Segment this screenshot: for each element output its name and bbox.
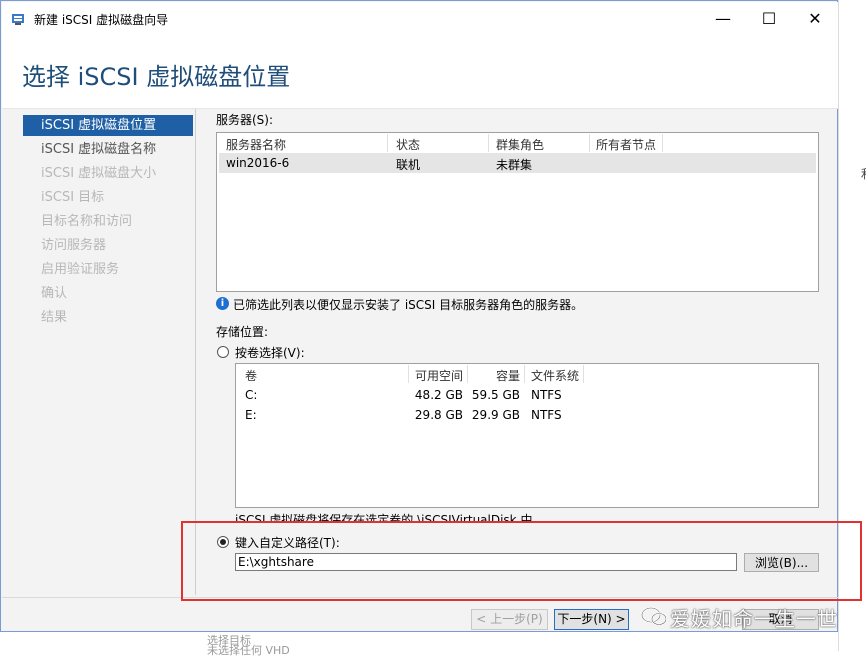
volume-cell: E:: [245, 408, 257, 422]
storage-label: 存储位置:: [216, 325, 269, 339]
info-icon: i: [216, 297, 229, 310]
file-system-cell: NTFS: [531, 408, 562, 422]
highlight-box: [181, 521, 862, 601]
free-space-cell: 29.8 GB: [414, 408, 463, 422]
column-header-capacity[interactable]: 容量: [470, 367, 520, 384]
column-header-status[interactable]: 状态: [396, 136, 420, 153]
table-row[interactable]: win2016-6 联机 未群集: [219, 153, 816, 173]
window-title: 新建 iSCSI 虚拟磁盘向导: [34, 13, 169, 27]
next-button[interactable]: 下一步(N) >: [554, 609, 629, 630]
server-name-cell: win2016-6: [226, 156, 290, 170]
nav-item-target: iSCSI 目标: [41, 190, 105, 205]
servers-list[interactable]: 服务器名称 状态 群集角色 所有者节点 win2016-6 联机 未群集: [216, 132, 819, 292]
server-manager-icon: [12, 14, 24, 25]
file-system-cell: NTFS: [531, 388, 562, 402]
watermark-text: 爱媛如命一生一世: [670, 607, 838, 631]
nav-item-disk-size: iSCSI 虚拟磁盘大小: [41, 166, 157, 181]
maximize-button[interactable]: ☐: [746, 3, 792, 34]
nav-item-target-access: 目标名称和访问: [41, 214, 133, 229]
column-divider: [589, 134, 590, 152]
info-text: 已筛选此列表以便仅显示安装了 iSCSI 目标服务器角色的服务器。: [233, 298, 584, 312]
previous-button[interactable]: < 上一步(P): [471, 609, 548, 630]
column-divider: [387, 134, 388, 152]
servers-label: 服务器(S):: [216, 113, 274, 127]
free-space-cell: 48.2 GB: [414, 388, 463, 402]
background-text-fragment: 利: [861, 165, 866, 182]
column-divider: [524, 365, 525, 383]
column-header-owner-node[interactable]: 所有者节点: [596, 136, 656, 153]
column-header-free-space[interactable]: 可用空间: [411, 367, 463, 384]
close-button[interactable]: ✕: [792, 3, 838, 34]
by-volume-label[interactable]: 按卷选择(V):: [235, 344, 305, 361]
nav-item-confirm: 确认: [41, 286, 68, 301]
nav-item-results: 结果: [41, 310, 68, 325]
table-row[interactable]: E: 29.8 GB 29.9 GB NTFS: [238, 405, 816, 425]
server-status-cell: 联机: [396, 158, 421, 172]
column-divider: [583, 365, 584, 383]
column-header-server-name[interactable]: 服务器名称: [226, 136, 286, 153]
nav-item-disk-name[interactable]: iSCSI 虚拟磁盘名称: [41, 140, 156, 160]
capacity-cell: 59.5 GB: [471, 388, 520, 402]
column-header-cluster-role[interactable]: 群集角色: [496, 136, 544, 153]
volumes-list[interactable]: 卷 可用空间 容量 文件系统 C: 48.2 GB 59.5 GB NTFS E…: [235, 363, 819, 508]
server-cluster-cell: 未群集: [496, 158, 533, 172]
column-divider: [467, 365, 468, 383]
title-bar[interactable]: 新建 iSCSI 虚拟磁盘向导 — ☐ ✕: [2, 2, 838, 34]
minimize-button[interactable]: —: [700, 3, 746, 34]
background-window-bottom: 选择目标 未选择任何 VHD: [0, 630, 838, 657]
wechat-icon: [641, 607, 666, 625]
column-header-file-system[interactable]: 文件系统: [531, 367, 579, 384]
volume-cell: C:: [245, 388, 258, 402]
column-divider: [408, 365, 409, 383]
column-header-volume[interactable]: 卷: [245, 367, 257, 384]
background-text-line2: 未选择任何 VHD: [207, 644, 290, 657]
nav-item-access-servers: 访问服务器: [41, 238, 107, 253]
column-divider: [662, 134, 663, 152]
page-title: 选择 iSCSI 虚拟磁盘位置: [22, 63, 291, 91]
by-volume-radio[interactable]: [217, 346, 229, 358]
table-row[interactable]: C: 48.2 GB 59.5 GB NTFS: [238, 385, 816, 405]
capacity-cell: 29.9 GB: [471, 408, 520, 422]
nav-item-disk-location[interactable]: iSCSI 虚拟磁盘位置: [41, 116, 156, 136]
column-divider: [488, 134, 489, 152]
nav-item-auth-services: 启用验证服务: [41, 262, 120, 277]
